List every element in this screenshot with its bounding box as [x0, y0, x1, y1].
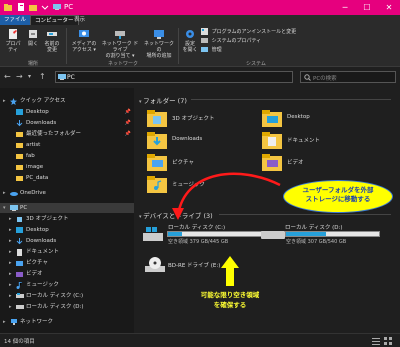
red-arrow-curve	[176, 172, 281, 216]
yellow-up-arrow	[221, 256, 239, 286]
callout-line-1: ユーザーフォルダを外部	[302, 186, 374, 194]
yellow-annotation-line-1: 可能な限り空き領域	[200, 291, 260, 299]
yellow-annotation: 可能な限り空き領域 を確保する	[185, 290, 275, 310]
callout-line-2: ストレージに移動する	[305, 195, 371, 203]
callout-bubble: ユーザーフォルダを外部 ストレージに移動する	[283, 180, 393, 213]
details-view-icon[interactable]	[372, 337, 380, 345]
red-arrowhead	[172, 208, 184, 220]
yellow-annotation-line-2: を確保する	[213, 301, 247, 309]
large-icons-view-icon[interactable]	[384, 337, 392, 345]
status-item-count: 14 個の項目	[4, 339, 35, 345]
status-bar: 14 個の項目	[0, 333, 400, 347]
